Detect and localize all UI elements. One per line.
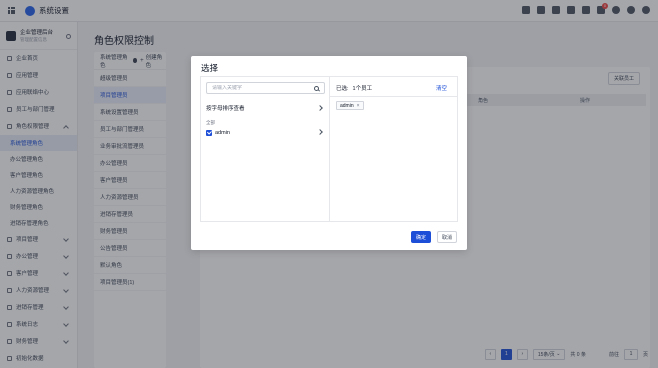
- search-input[interactable]: [212, 85, 312, 91]
- picker-source: 按字母排序查看 全部 admin: [201, 77, 330, 221]
- select-staff-modal: 选择 按字母排序查看 全部 admin 已选: 1个员工 清空: [191, 56, 467, 250]
- search-box: [206, 82, 325, 94]
- user-checkbox[interactable]: [206, 129, 212, 136]
- clear-selection-link[interactable]: 清空: [436, 84, 447, 92]
- confirm-button[interactable]: 确定: [411, 231, 431, 243]
- divider: [330, 96, 457, 97]
- selected-count: 1个员工: [352, 86, 373, 92]
- sort-alphabet-label: 按字母排序查看: [206, 106, 245, 112]
- modal-title: 选择: [201, 63, 219, 73]
- close-icon[interactable]: ×: [357, 103, 360, 109]
- picker-selected: 已选: 1个员工 清空 admin ×: [330, 77, 457, 221]
- search-icon[interactable]: [314, 85, 319, 91]
- selected-label: 已选:: [336, 86, 349, 92]
- chevron-right-icon: [317, 105, 323, 111]
- user-name: admin: [215, 129, 230, 136]
- selected-summary: 已选: 1个员工 清空: [336, 84, 447, 92]
- chevron-right-icon[interactable]: [317, 129, 323, 135]
- selected-user-tag: admin ×: [336, 101, 364, 110]
- cancel-button[interactable]: 取消: [437, 231, 457, 243]
- tag-label: admin: [340, 102, 354, 109]
- sort-alphabet-row[interactable]: 按字母排序查看: [206, 103, 327, 113]
- staff-picker: 按字母排序查看 全部 admin 已选: 1个员工 清空 admin ×: [200, 76, 458, 222]
- user-row[interactable]: admin: [206, 127, 327, 138]
- group-label: 全部: [206, 120, 215, 125]
